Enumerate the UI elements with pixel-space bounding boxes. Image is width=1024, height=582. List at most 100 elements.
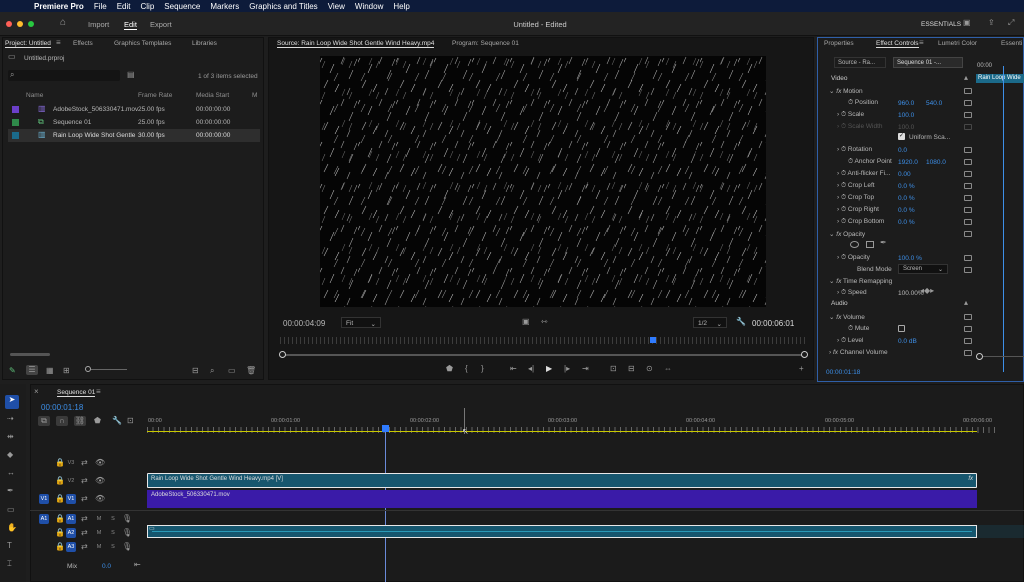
reset-icon[interactable] <box>964 314 972 320</box>
rectangle-mask-icon[interactable] <box>866 241 874 248</box>
app-menu[interactable]: Premiere Pro <box>34 2 84 11</box>
panel-menu-icon[interactable]: ≡ <box>56 38 61 48</box>
step-forward-icon[interactable]: |▸ <box>564 364 570 374</box>
track-select-icon[interactable]: ⇢ <box>7 414 14 424</box>
mute-checkbox[interactable] <box>898 325 905 332</box>
scale-value[interactable]: 100.0 <box>898 112 914 119</box>
lock-icon[interactable]: 🔒 <box>55 476 65 486</box>
snap-icon[interactable]: ∩ <box>56 416 68 426</box>
sequence-tab[interactable]: Sequence 01 <box>57 389 96 397</box>
import-tab[interactable]: Import <box>88 20 109 29</box>
menu-help[interactable]: Help <box>393 2 409 11</box>
panel-menu-icon[interactable]: ≡ <box>96 387 101 397</box>
audio-clip[interactable]: ▭ <box>147 525 977 538</box>
menu-markers[interactable]: Markers <box>210 2 239 11</box>
program-tab[interactable]: Program: Sequence 01 <box>452 40 519 47</box>
mic-icon[interactable]: 🎙 <box>122 542 132 552</box>
ec-clip-bar[interactable]: Rain Loop Wide <box>976 74 1024 83</box>
freeform-view-icon[interactable]: ⊞ <box>63 366 70 376</box>
level-value[interactable]: 0.0 dB <box>898 338 917 345</box>
go-to-out-icon[interactable]: ⇥ <box>582 364 589 374</box>
time-remapping-effect[interactable]: ⌄ fx Time Remapping <box>829 277 892 285</box>
collapse-icon[interactable]: ▴ <box>964 298 968 308</box>
col-media-start[interactable]: Media Start <box>196 92 229 99</box>
lock-icon[interactable]: 🔒 <box>55 514 65 524</box>
mute-button[interactable]: M <box>94 542 104 552</box>
mark-in-icon[interactable]: { <box>465 364 468 374</box>
add-marker-icon[interactable]: ⬟ <box>94 416 101 426</box>
source-playhead[interactable] <box>650 337 656 343</box>
position-y-value[interactable]: 540.0 <box>926 100 942 107</box>
v3-label[interactable]: V3 <box>66 458 76 468</box>
sequence-clip-select[interactable]: Sequence 01 -... <box>893 57 963 68</box>
ec-zoom-bar[interactable] <box>983 356 1024 357</box>
trash-icon[interactable]: 🗑 <box>246 366 256 376</box>
mic-icon[interactable]: 🎙 <box>122 528 132 538</box>
mix-nav-icon[interactable]: ⇤ <box>134 560 141 570</box>
wrench-icon[interactable]: 🔧 <box>736 317 746 327</box>
workspace-label[interactable]: ESSENTIALS <box>921 21 961 28</box>
reset-icon[interactable] <box>964 267 972 273</box>
hand-tool-icon[interactable]: ✋ <box>7 523 17 533</box>
reset-icon[interactable] <box>964 147 972 153</box>
label-color-swatch[interactable] <box>12 132 19 139</box>
add-button-icon[interactable]: + <box>799 364 804 374</box>
mic-icon[interactable]: 🎙 <box>122 514 132 524</box>
type-tool-icon[interactable]: T <box>7 541 12 551</box>
play-icon[interactable]: ▶ <box>546 364 552 374</box>
a3-label[interactable]: A3 <box>66 542 76 552</box>
step-back-icon[interactable]: ◂| <box>528 364 534 374</box>
work-area-bar[interactable] <box>147 431 977 432</box>
graphics-templates-tab[interactable]: Graphics Templates <box>114 40 171 47</box>
sync-lock-icon[interactable]: ⇄ <box>81 542 88 552</box>
reset-icon[interactable] <box>964 171 972 177</box>
label-color-swatch[interactable] <box>12 119 19 126</box>
crop-top-value[interactable]: 0.0 % <box>898 195 915 202</box>
zoom-window-button[interactable] <box>28 21 34 27</box>
sync-lock-icon[interactable]: ⇄ <box>81 476 88 486</box>
ripple-edit-icon[interactable]: ⇹ <box>7 432 14 442</box>
ellipse-mask-icon[interactable] <box>850 241 859 248</box>
list-item[interactable]: ⧉ Sequence 01 25.00 fps 00:00:00:00 <box>8 116 260 129</box>
go-to-in-icon[interactable]: ⇤ <box>510 364 517 374</box>
reset-icon[interactable] <box>964 231 972 237</box>
solo-button[interactable]: S <box>108 528 118 538</box>
zoom-level-select[interactable]: Fit ⌄ <box>341 317 381 328</box>
ec-timecode[interactable]: 00:00:01:18 <box>826 369 860 376</box>
channel-volume-effect[interactable]: › fx Channel Volume <box>829 349 888 356</box>
effect-controls-tab[interactable]: Effect Controls <box>876 40 919 48</box>
col-m[interactable]: M <box>252 92 257 99</box>
reset-icon[interactable] <box>964 326 972 332</box>
menu-sequence[interactable]: Sequence <box>164 2 200 11</box>
automate-to-sequence-icon[interactable]: ⊟ <box>192 366 199 376</box>
icon-view-icon[interactable]: ▦ <box>46 366 54 376</box>
selection-tool-icon[interactable]: ➤ <box>5 395 19 409</box>
export-tab[interactable]: Export <box>150 20 172 29</box>
pen-mask-icon[interactable]: ✒ <box>880 238 887 248</box>
caption-tool-icon[interactable]: ⌶ <box>7 559 12 569</box>
volume-effect[interactable]: ⌄ fx Volume <box>829 313 865 321</box>
horizontal-scrollbar[interactable] <box>10 353 50 356</box>
insert-icon[interactable]: ⊡ <box>610 364 617 374</box>
menu-graphics[interactable]: Graphics and Titles <box>249 2 317 11</box>
lumetri-color-tab[interactable]: Lumetri Color <box>938 40 977 47</box>
libraries-tab[interactable]: Libraries <box>192 40 217 47</box>
menu-file[interactable]: File <box>94 2 107 11</box>
reset-icon[interactable] <box>964 112 972 118</box>
search-input[interactable] <box>8 70 120 81</box>
captions-icon[interactable]: ⊡ <box>127 416 134 426</box>
v1-label[interactable]: V1 <box>66 494 76 504</box>
blend-mode-select[interactable]: Screen ⌄ <box>898 264 948 274</box>
reset-icon[interactable] <box>964 159 972 165</box>
eye-icon[interactable]: 👁 <box>95 494 105 504</box>
col-frame-rate[interactable]: Frame Rate <box>138 92 172 99</box>
solo-button[interactable]: S <box>108 542 118 552</box>
mark-out-icon[interactable]: } <box>481 364 484 374</box>
rotation-value[interactable]: 0.0 <box>898 147 907 154</box>
eye-icon[interactable]: 👁 <box>95 476 105 486</box>
menu-edit[interactable]: Edit <box>117 2 131 11</box>
zoom-slider-track[interactable] <box>91 369 127 370</box>
opacity-value[interactable]: 100.0 % <box>898 255 922 262</box>
sync-lock-icon[interactable]: ⇄ <box>81 458 88 468</box>
crop-right-value[interactable]: 0.0 % <box>898 207 915 214</box>
